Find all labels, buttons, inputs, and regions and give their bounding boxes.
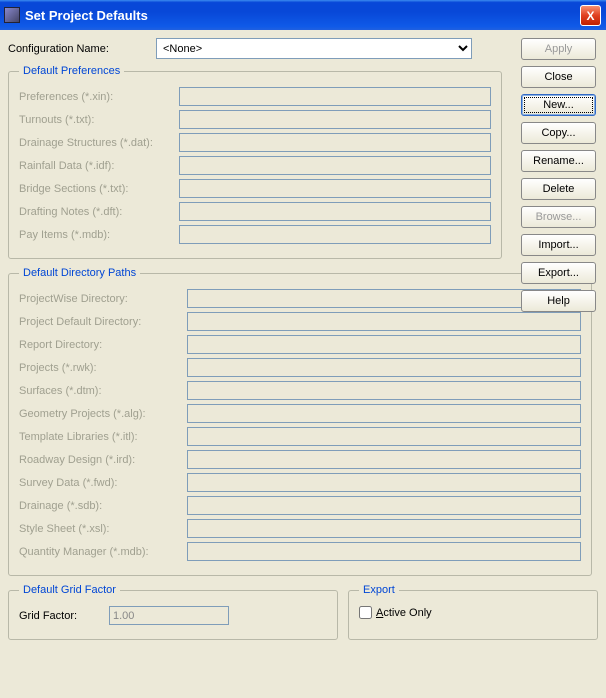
dirs-row: Style Sheet (*.xsl):	[19, 519, 581, 538]
dirs-field-label: Roadway Design (*.ird):	[19, 454, 187, 466]
dirs-field-label: Projects (*.rwk):	[19, 362, 187, 374]
help-button[interactable]: Help	[521, 290, 596, 312]
prefs-field-input[interactable]	[179, 133, 491, 152]
close-button[interactable]: Close	[521, 66, 596, 88]
dialog-content: Configuration Name: <None> Apply Close N…	[0, 30, 606, 656]
prefs-row: Bridge Sections (*.txt):	[19, 179, 491, 198]
dirs-field-input[interactable]	[187, 312, 581, 331]
export-button[interactable]: Export...	[521, 262, 596, 284]
dirs-row: Projects (*.rwk):	[19, 358, 581, 377]
dirs-row: Quantity Manager (*.mdb):	[19, 542, 581, 561]
browse-button[interactable]: Browse...	[521, 206, 596, 228]
default-grid-factor-group: Default Grid Factor Grid Factor:	[8, 584, 338, 640]
rename-button[interactable]: Rename...	[521, 150, 596, 172]
dirs-field-label: Geometry Projects (*.alg):	[19, 408, 187, 420]
prefs-field-label: Bridge Sections (*.txt):	[19, 183, 179, 195]
dirs-field-label: Style Sheet (*.xsl):	[19, 523, 187, 535]
dirs-legend: Default Directory Paths	[19, 267, 140, 279]
import-button[interactable]: Import...	[521, 234, 596, 256]
dirs-row: Drainage (*.sdb):	[19, 496, 581, 515]
grid-legend: Default Grid Factor	[19, 584, 120, 596]
dirs-field-input[interactable]	[187, 496, 581, 515]
window-title: Set Project Defaults	[25, 8, 148, 23]
bottom-row: Default Grid Factor Grid Factor: Export …	[8, 584, 598, 648]
dirs-field-input[interactable]	[187, 427, 581, 446]
dirs-row: Surfaces (*.dtm):	[19, 381, 581, 400]
dirs-field-input[interactable]	[187, 335, 581, 354]
prefs-row: Drainage Structures (*.dat):	[19, 133, 491, 152]
config-row: Configuration Name: <None>	[8, 38, 598, 59]
dirs-field-label: Report Directory:	[19, 339, 187, 351]
prefs-row: Preferences (*.xin):	[19, 87, 491, 106]
dirs-field-label: Survey Data (*.fwd):	[19, 477, 187, 489]
dirs-row: Roadway Design (*.ird):	[19, 450, 581, 469]
prefs-field-input[interactable]	[179, 202, 491, 221]
prefs-field-input[interactable]	[179, 179, 491, 198]
grid-factor-label: Grid Factor:	[19, 610, 109, 622]
prefs-field-label: Drainage Structures (*.dat):	[19, 137, 179, 149]
export-legend: Export	[359, 584, 399, 596]
dirs-field-label: Project Default Directory:	[19, 316, 187, 328]
prefs-field-label: Drafting Notes (*.dft):	[19, 206, 179, 218]
dirs-row: ProjectWise Directory:	[19, 289, 581, 308]
prefs-field-input[interactable]	[179, 225, 491, 244]
default-directory-paths-group: Default Directory Paths ProjectWise Dire…	[8, 267, 592, 576]
copy-button[interactable]: Copy...	[521, 122, 596, 144]
app-icon	[4, 7, 20, 23]
dirs-field-label: Quantity Manager (*.mdb):	[19, 546, 187, 558]
button-column: Apply Close New... Copy... Rename... Del…	[521, 38, 596, 312]
dirs-field-input[interactable]	[187, 473, 581, 492]
prefs-row: Turnouts (*.txt):	[19, 110, 491, 129]
prefs-field-label: Preferences (*.xin):	[19, 91, 179, 103]
dirs-field-input[interactable]	[187, 542, 581, 561]
prefs-legend: Default Preferences	[19, 65, 124, 77]
grid-factor-input[interactable]	[109, 606, 229, 625]
config-name-select[interactable]: <None>	[156, 38, 472, 59]
prefs-row: Rainfall Data (*.idf):	[19, 156, 491, 175]
prefs-field-label: Rainfall Data (*.idf):	[19, 160, 179, 172]
apply-button[interactable]: Apply	[521, 38, 596, 60]
dirs-row: Geometry Projects (*.alg):	[19, 404, 581, 423]
dirs-field-input[interactable]	[187, 404, 581, 423]
dirs-row: Template Libraries (*.itl):	[19, 427, 581, 446]
export-group: Export Active Only	[348, 584, 598, 640]
close-icon: X	[586, 9, 594, 23]
prefs-field-input[interactable]	[179, 87, 491, 106]
dirs-row: Report Directory:	[19, 335, 581, 354]
dirs-field-input[interactable]	[187, 381, 581, 400]
dirs-field-label: ProjectWise Directory:	[19, 293, 187, 305]
default-preferences-group: Default Preferences Preferences (*.xin):…	[8, 65, 502, 259]
prefs-row: Pay Items (*.mdb):	[19, 225, 491, 244]
dirs-field-label: Surfaces (*.dtm):	[19, 385, 187, 397]
dirs-field-label: Template Libraries (*.itl):	[19, 431, 187, 443]
prefs-field-input[interactable]	[179, 156, 491, 175]
titlebar: Set Project Defaults X	[0, 0, 606, 30]
delete-button[interactable]: Delete	[521, 178, 596, 200]
new-button[interactable]: New...	[521, 94, 596, 116]
dirs-field-input[interactable]	[187, 358, 581, 377]
dirs-row: Project Default Directory:	[19, 312, 581, 331]
prefs-field-label: Pay Items (*.mdb):	[19, 229, 179, 241]
prefs-row: Drafting Notes (*.dft):	[19, 202, 491, 221]
window-close-button[interactable]: X	[580, 5, 601, 26]
prefs-field-input[interactable]	[179, 110, 491, 129]
dirs-row: Survey Data (*.fwd):	[19, 473, 581, 492]
dirs-field-input[interactable]	[187, 450, 581, 469]
dirs-field-label: Drainage (*.sdb):	[19, 500, 187, 512]
active-only-label[interactable]: Active Only	[359, 606, 587, 619]
prefs-field-label: Turnouts (*.txt):	[19, 114, 179, 126]
config-label: Configuration Name:	[8, 43, 148, 55]
active-only-checkbox[interactable]	[359, 606, 372, 619]
dirs-field-input[interactable]	[187, 519, 581, 538]
